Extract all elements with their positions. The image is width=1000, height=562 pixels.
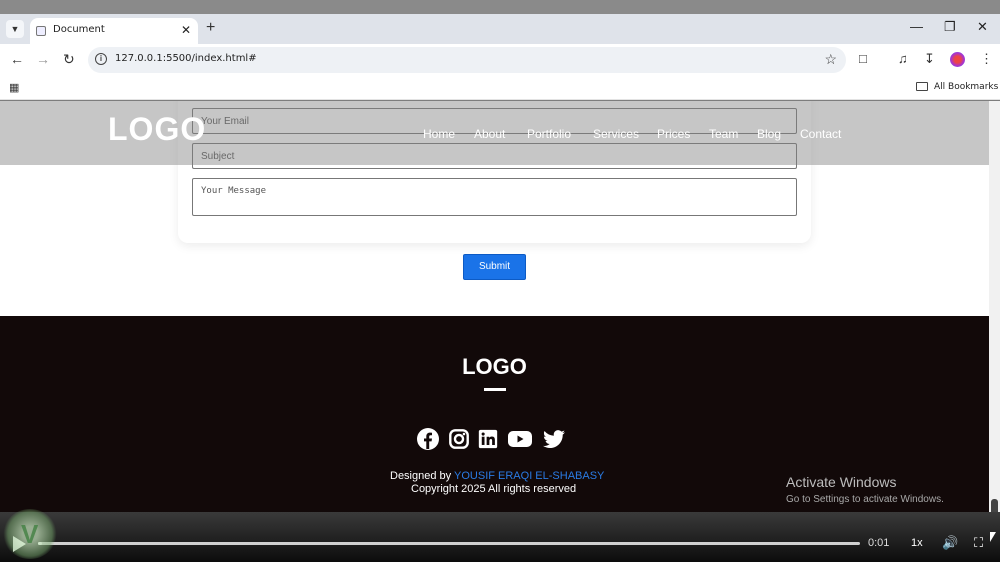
activate-windows-subtitle: Go to Settings to activate Windows.: [786, 494, 944, 505]
all-bookmarks-link[interactable]: All Bookmarks: [934, 82, 998, 92]
window-close-icon[interactable]: ✕: [977, 19, 988, 35]
video-player-controls: 0:01 1x 🔊 ⛶: [0, 512, 1000, 562]
social-links: [416, 427, 576, 451]
page-favicon-icon: [36, 26, 46, 36]
restore-icon[interactable]: ❐: [944, 19, 956, 35]
nav-team[interactable]: Team: [709, 127, 738, 141]
os-top-band: [0, 0, 1000, 14]
address-url: 127.0.0.1:5500/index.html#: [115, 53, 257, 64]
bookmark-star-icon[interactable]: ☆: [824, 51, 837, 68]
nav-blog[interactable]: Blog: [757, 127, 781, 141]
volume-icon[interactable]: 🔊: [942, 535, 958, 551]
nav-prices[interactable]: Prices: [657, 127, 690, 141]
nav-contact[interactable]: Contact: [800, 127, 841, 141]
profile-avatar[interactable]: [950, 52, 965, 67]
fullscreen-icon[interactable]: ⛶: [974, 535, 983, 551]
twitter-icon[interactable]: [542, 427, 566, 451]
playback-time: 0:01: [868, 537, 890, 549]
message-textarea[interactable]: Your Message: [192, 178, 797, 216]
download-icon[interactable]: ↧: [924, 51, 935, 67]
site-footer: LOGO Designed by YOUSIF ERAQI EL-SHABASY…: [0, 316, 989, 512]
site-header: LOGO Home About Portfolio Services Price…: [0, 101, 989, 165]
nav-portfolio[interactable]: Portfolio: [527, 127, 571, 141]
youtube-icon[interactable]: [507, 427, 533, 451]
activate-windows-title: Activate Windows: [786, 474, 897, 490]
submit-button[interactable]: Submit: [463, 254, 526, 280]
nav-services[interactable]: Services: [593, 127, 639, 141]
nav-about[interactable]: About: [474, 127, 505, 141]
forward-icon[interactable]: →: [36, 51, 50, 67]
copyright-text: Copyright 2025 All rights reserved: [411, 483, 577, 495]
folder-icon[interactable]: [916, 82, 928, 91]
author-link[interactable]: YOUSIF ERAQI EL-SHABASY: [454, 470, 604, 482]
reload-icon[interactable]: ↻: [63, 51, 75, 68]
apps-grid-icon[interactable]: ▦: [9, 81, 19, 94]
bookmarks-bar: ▦ All Bookmarks: [0, 76, 1000, 100]
progress-bar[interactable]: [38, 542, 860, 545]
nav-home[interactable]: Home: [423, 127, 455, 141]
new-tab-icon[interactable]: +: [206, 19, 215, 37]
page-viewport: Your Email Subject Your Message Submit L…: [0, 101, 989, 512]
designed-by-line: Designed by YOUSIF ERAQI EL-SHABASY: [390, 470, 604, 482]
browser-tab[interactable]: Document ✕: [30, 18, 198, 44]
media-controls-icon[interactable]: ♫: [898, 51, 908, 66]
footer-divider: [484, 388, 506, 391]
designed-prefix: Designed by: [390, 470, 452, 482]
site-info-icon[interactable]: i: [95, 53, 107, 65]
back-icon[interactable]: ←: [10, 51, 24, 67]
address-bar[interactable]: i 127.0.0.1:5500/index.html# ☆: [88, 47, 846, 73]
playback-speed-button[interactable]: 1x: [911, 537, 923, 549]
facebook-icon[interactable]: [416, 427, 440, 451]
page-scrollbar[interactable]: [989, 101, 1000, 535]
minimize-icon[interactable]: —: [910, 19, 923, 34]
menu-kebab-icon[interactable]: ⋮: [980, 51, 993, 67]
extensions-icon[interactable]: □: [859, 51, 867, 66]
screen: ▼ Document ✕ + — ❐ ✕ ← → ↻ i 127.0.0.1:5…: [0, 0, 1000, 562]
tab-close-icon[interactable]: ✕: [181, 23, 191, 37]
mouse-cursor-icon: [990, 532, 996, 542]
instagram-icon[interactable]: [448, 427, 470, 451]
browser-toolbar: ← → ↻ i 127.0.0.1:5500/index.html# ☆ □ ♫…: [0, 44, 1000, 76]
tab-search-icon[interactable]: ▼: [6, 20, 24, 38]
browser-tab-strip: ▼ Document ✕ + — ❐ ✕: [0, 14, 1000, 44]
footer-logo: LOGO: [462, 354, 527, 379]
watermark-glyph-icon: V: [21, 519, 39, 549]
tab-title: Document: [53, 24, 105, 35]
header-logo[interactable]: LOGO: [108, 111, 206, 148]
linkedin-icon[interactable]: [477, 427, 499, 451]
